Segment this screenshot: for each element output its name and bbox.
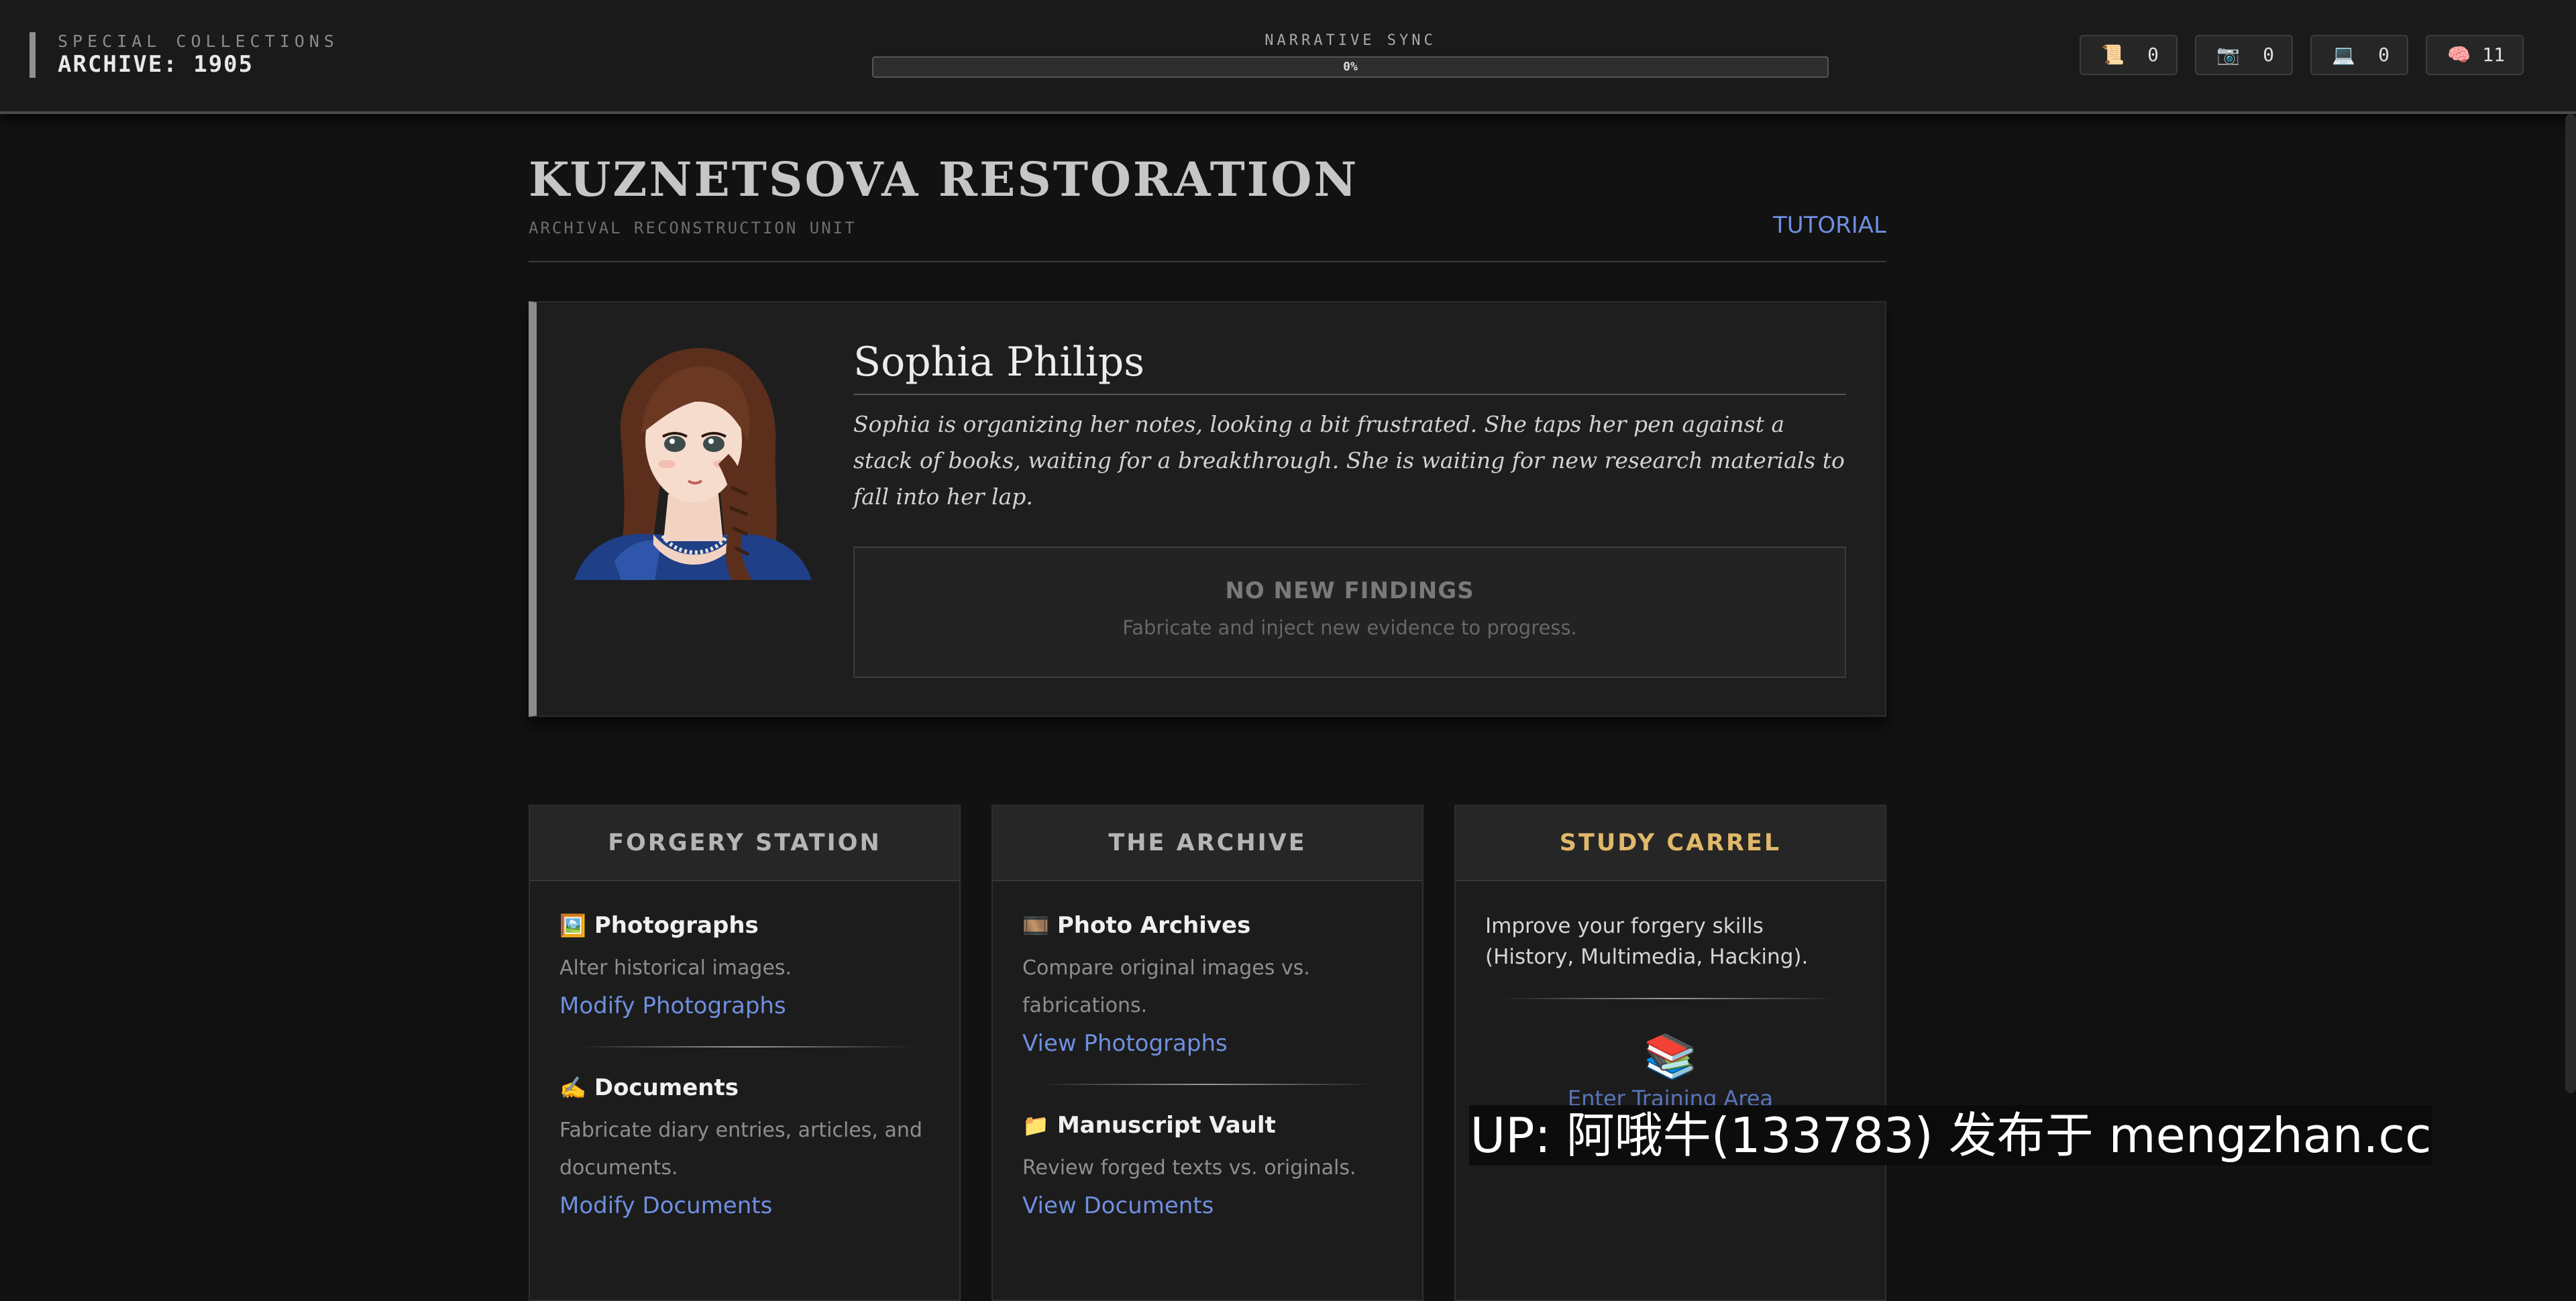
forgery-station-panel: FORGERY STATION 🖼️ Photographs Alter hist…: [529, 805, 961, 1301]
narrative-sync-progress: 0%: [872, 56, 1829, 78]
folder-icon: 📁: [1022, 1113, 1049, 1138]
title-divider: [529, 261, 1886, 262]
study-carrel-title: STUDY CARREL: [1456, 806, 1885, 881]
photographs-description: Alter historical images.: [559, 956, 792, 980]
photographs-title: Photographs: [594, 912, 759, 939]
manuscript-vault-title: Manuscript Vault: [1057, 1112, 1276, 1139]
findings-hint: Fabricate and inject new evidence to pro…: [1122, 616, 1577, 639]
collection-label: SPECIAL COLLECTIONS: [58, 32, 339, 51]
findings-title: NO NEW FINDINGS: [1225, 577, 1474, 604]
narrative-sync-label: NARRATIVE SYNC: [1265, 32, 1436, 49]
page-title: KUZNETSOVA RESTORATION: [529, 152, 1359, 207]
resource-photos-value: 0: [2263, 44, 2274, 66]
section-divider: [577, 1046, 912, 1048]
section-divider: [1503, 998, 1838, 999]
findings-box: NO NEW FINDINGS Fabricate and inject new…: [853, 547, 1846, 678]
page-subtitle: ARCHIVAL RECONSTRUCTION UNIT: [529, 219, 857, 237]
resource-photos: 📷 0: [2195, 35, 2293, 75]
character-portrait: [574, 347, 812, 580]
documents-heading: ✍️ Documents: [559, 1073, 930, 1102]
documents-description: Fabricate diary entries, articles, and d…: [559, 1119, 922, 1180]
brain-icon: 🧠: [2447, 44, 2471, 66]
study-carrel-panel: STUDY CARREL Improve your forgery skills…: [1454, 805, 1886, 1301]
photo-archives-heading: 🎞️ Photo Archives: [1022, 911, 1393, 940]
watermark-overlay: UP: 阿哦牛(133783) 发布于 mengzhan.cc: [1469, 1105, 2432, 1166]
top-bar: SPECIAL COLLECTIONS ARCHIVE: 1905 NARRAT…: [0, 0, 2576, 114]
photo-archives-description: Compare original images vs. fabrications…: [1022, 956, 1310, 1017]
resource-knowledge: 🧠 11: [2426, 35, 2524, 75]
section-divider: [1040, 1084, 1375, 1085]
resource-scrolls: 📜 0: [2080, 35, 2178, 75]
documents-title: Documents: [594, 1074, 739, 1101]
photographs-heading: 🖼️ Photographs: [559, 911, 930, 940]
manuscript-vault-description: Review forged texts vs. originals.: [1022, 1156, 1356, 1180]
photo-archives-title: Photo Archives: [1057, 912, 1251, 939]
writing-hand-icon: ✍️: [559, 1075, 586, 1100]
narrative-sync-value: 0%: [1343, 60, 1358, 74]
laptop-icon: 💻: [2332, 44, 2355, 66]
archive-title: THE ARCHIVE: [993, 806, 1422, 881]
character-description: Sophia is organizing her notes, looking …: [853, 411, 1845, 510]
framed-picture-icon: 🖼️: [559, 913, 586, 938]
modify-documents-link[interactable]: Modify Documents: [559, 1191, 930, 1221]
study-carrel-description: Improve your forgery skills (History, Mu…: [1485, 914, 1809, 969]
scroll-icon: 📜: [2101, 44, 2125, 66]
resource-hacks-value: 0: [2378, 44, 2390, 66]
view-photographs-link[interactable]: View Photographs: [1022, 1029, 1393, 1058]
tutorial-link[interactable]: TUTORIAL: [1773, 212, 1886, 239]
resource-knowledge-value: 11: [2482, 44, 2505, 66]
character-name: Sophia Philips: [853, 335, 1846, 395]
page-scrollbar[interactable]: [2565, 114, 2576, 1093]
character-card: Sophia Philips Sophia is organizing her …: [529, 301, 1886, 717]
books-icon: 📚: [1644, 1032, 1697, 1082]
archive-panel: THE ARCHIVE 🎞️ Photo Archives Compare ori…: [991, 805, 1424, 1301]
film-frames-icon: 🎞️: [1022, 913, 1049, 938]
resource-hacks: 💻 0: [2310, 35, 2408, 75]
view-documents-link[interactable]: View Documents: [1022, 1191, 1393, 1221]
archive-brand: SPECIAL COLLECTIONS ARCHIVE: 1905: [30, 32, 339, 78]
manuscript-vault-heading: 📁 Manuscript Vault: [1022, 1111, 1393, 1140]
camera-icon: 📷: [2216, 44, 2240, 66]
forgery-station-title: FORGERY STATION: [530, 806, 959, 881]
modify-photographs-link[interactable]: Modify Photographs: [559, 991, 930, 1021]
archive-label: ARCHIVE: 1905: [58, 51, 254, 78]
resource-scrolls-value: 0: [2147, 44, 2159, 66]
